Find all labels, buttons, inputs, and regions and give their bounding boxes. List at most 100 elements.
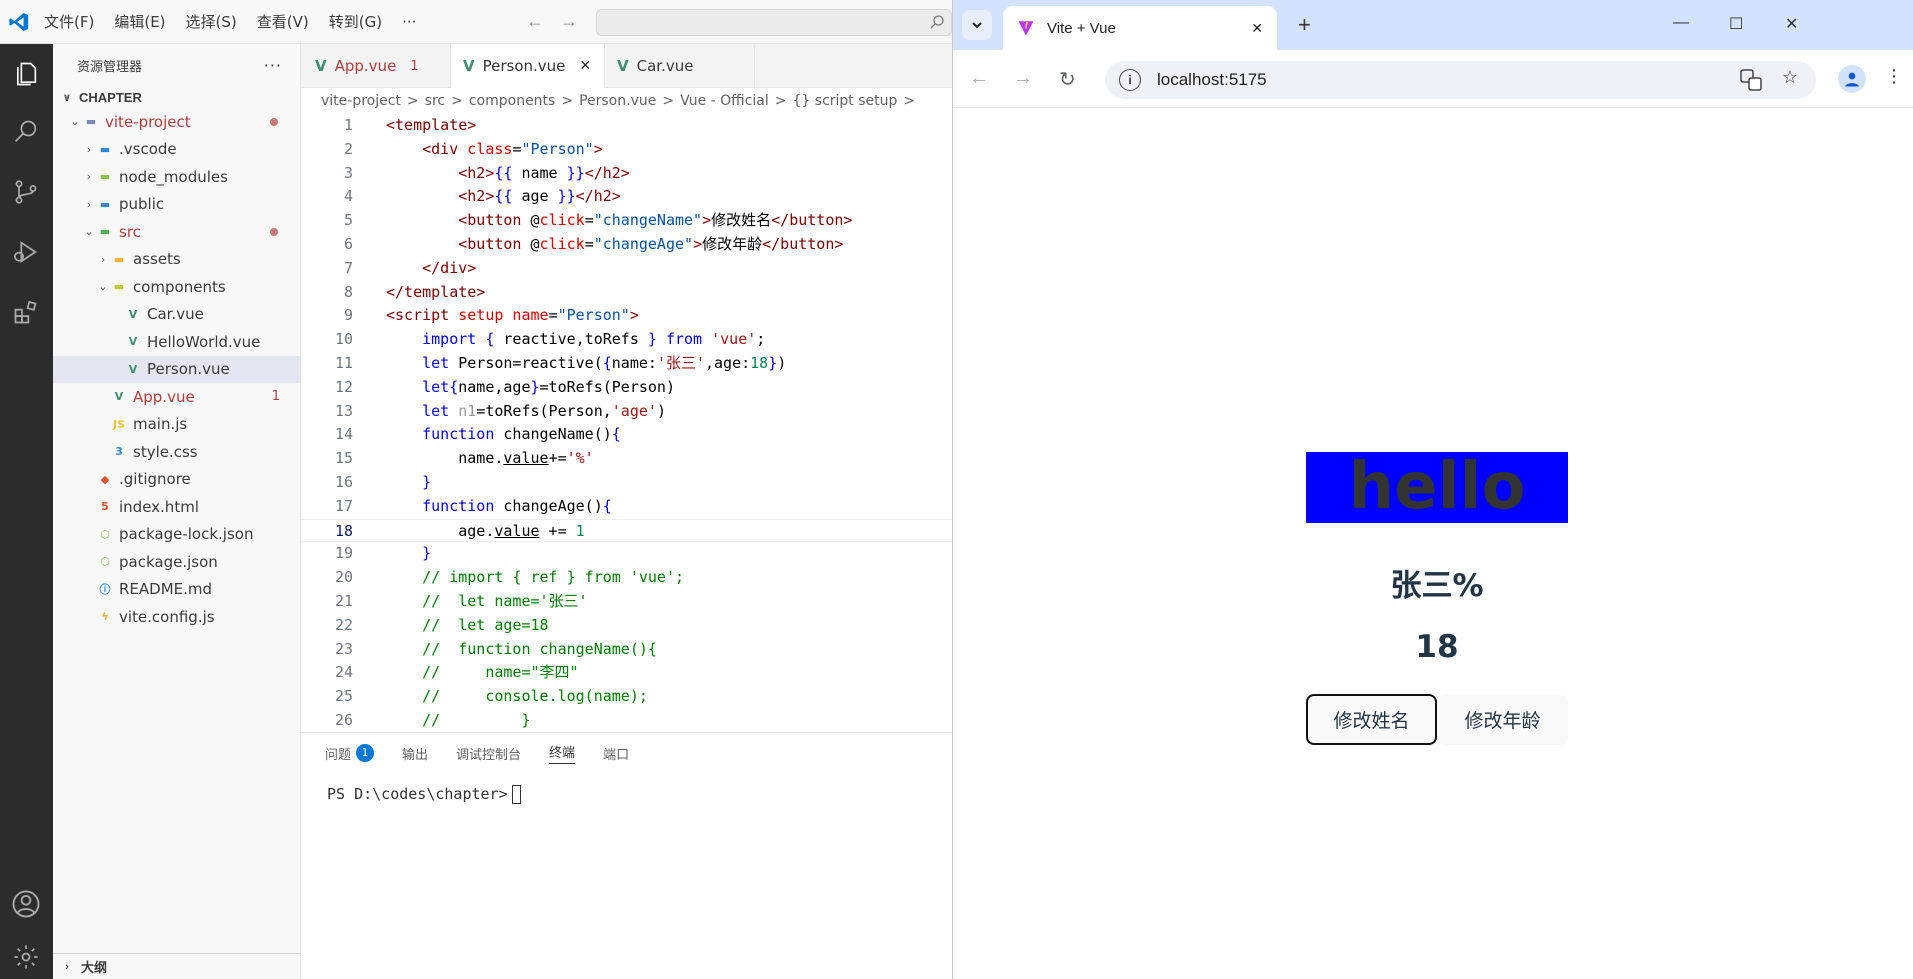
tree-item[interactable]: ⌄ ▬ components — [53, 273, 300, 301]
forward-arrow-icon[interactable]: → — [560, 11, 578, 32]
tab-car-vue[interactable]: V Car.vue — [605, 44, 755, 88]
code-line[interactable]: 10 import { reactive,toRefs } from 'vue'… — [301, 328, 952, 352]
menu-go[interactable]: 转到(G) — [319, 0, 392, 44]
tab-search-chevron-icon[interactable] — [962, 10, 992, 40]
panel-tab[interactable]: 输出 — [402, 744, 428, 763]
code-line[interactable]: 5 <button @click="changeName">修改姓名</butt… — [301, 209, 952, 233]
tree-item[interactable]: ◆ .gitignore — [53, 466, 300, 494]
tree-item[interactable]: ⓘ README.md — [53, 576, 300, 604]
terminal[interactable]: PS D:\codes\chapter> — [301, 773, 952, 816]
code-line[interactable]: 13 let n1=toRefs(Person,'age') — [301, 400, 952, 424]
address-bar[interactable]: i localhost:5175 ☆ — [1105, 61, 1816, 99]
tab-close-icon[interactable]: ✕ — [1251, 20, 1263, 37]
search-icon[interactable] — [8, 114, 44, 150]
tree-item[interactable]: › ▬ node_modules — [53, 163, 300, 191]
tree-item[interactable]: ⬡ package-lock.json — [53, 521, 300, 549]
code-line[interactable]: 22 // let age=18 — [301, 614, 952, 638]
breadcrumb-item[interactable]: vite-project — [321, 93, 401, 109]
maximize-icon[interactable]: ☐ — [1729, 14, 1743, 34]
change-name-button[interactable]: 修改姓名 — [1306, 694, 1437, 745]
tree-item[interactable]: › ▬ public — [53, 191, 300, 219]
code-line[interactable]: 16 } — [301, 471, 952, 495]
panel-tab[interactable]: 调试控制台 — [456, 744, 521, 763]
menu-edit[interactable]: 编辑(E) — [104, 0, 175, 44]
menu-selection[interactable]: 选择(S) — [176, 0, 247, 44]
menu-view[interactable]: 查看(V) — [247, 0, 319, 44]
explorer-more-button[interactable]: ··· — [264, 56, 282, 75]
tree-item[interactable]: 3 style.css — [53, 438, 300, 466]
tree-item[interactable]: V Person.vue — [53, 355, 300, 383]
forward-icon[interactable]: → — [1013, 67, 1033, 90]
explorer-icon[interactable] — [8, 56, 44, 92]
code-line[interactable]: 26 // } — [301, 709, 952, 733]
code-line[interactable]: 23 // function changeName(){ — [301, 638, 952, 662]
tree-item[interactable]: V Car.vue — [53, 301, 300, 329]
breadcrumb-item[interactable]: components — [469, 93, 556, 109]
panel-tab[interactable]: 问题 1 — [325, 744, 375, 763]
close-icon[interactable]: ✕ — [579, 58, 591, 74]
tree-item[interactable]: JS main.js — [53, 411, 300, 439]
code-line[interactable]: 21 // let name='张三' — [301, 590, 952, 614]
run-debug-icon[interactable] — [8, 234, 44, 270]
code-line[interactable]: 24 // name="李四" — [301, 661, 952, 685]
account-icon[interactable] — [8, 886, 44, 922]
new-tab-button[interactable]: + — [1298, 12, 1311, 38]
tree-item[interactable]: V App.vue 1 — [53, 383, 300, 411]
breadcrumb-item[interactable]: Vue - Official — [680, 93, 769, 109]
profile-avatar-icon[interactable] — [1838, 65, 1866, 93]
code-line[interactable]: 19 } — [301, 542, 952, 566]
breadcrumb-item[interactable]: src — [425, 93, 445, 109]
reload-icon[interactable]: ↻ — [1059, 67, 1076, 92]
code-line[interactable]: 2 <div class="Person"> — [301, 138, 952, 162]
workspace-section[interactable]: ∨ CHAPTER — [53, 86, 300, 108]
panel-tab[interactable]: 端口 — [603, 744, 629, 763]
menu-file[interactable]: 文件(F) — [34, 0, 104, 44]
back-icon[interactable]: ← — [969, 67, 989, 90]
code-line[interactable]: 18 age.value += 1 — [301, 518, 952, 543]
site-info-icon[interactable]: i — [1119, 69, 1141, 91]
tree-item[interactable]: › ▬ assets — [53, 246, 300, 274]
tree-item[interactable]: V HelloWorld.vue — [53, 328, 300, 356]
code-line[interactable]: 6 <button @click="changeAge">修改年龄</butto… — [301, 233, 952, 257]
browser-menu-icon[interactable]: ⋮ — [1885, 66, 1903, 87]
tree-item[interactable]: ϟ vite.config.js — [53, 603, 300, 631]
code-line[interactable]: 14 function changeName(){ — [301, 423, 952, 447]
tab-person-vue[interactable]: V Person.vue ✕ — [451, 44, 605, 88]
change-age-button[interactable]: 修改年龄 — [1437, 694, 1568, 745]
code-line[interactable]: 15 name.value+='%' — [301, 447, 952, 471]
code-editor[interactable]: 1 <template> 2 <div class="Person"> 3 <h2>{… — [301, 114, 952, 774]
code-line[interactable]: 17 function changeAge(){ — [301, 495, 952, 519]
code-line[interactable]: 11 let Person=reactive({name:'张三',age:18… — [301, 352, 952, 376]
code-token: {{ — [494, 187, 513, 206]
breadcrumb-item[interactable]: {} script setup — [793, 93, 898, 109]
code-line[interactable]: 8 </template> — [301, 281, 952, 305]
code-line[interactable]: 3 <h2>{{ name }}</h2> — [301, 162, 952, 186]
browser-tab[interactable]: Vite + Vue ✕ — [1003, 6, 1277, 50]
translate-icon[interactable] — [1740, 69, 1762, 95]
code-line[interactable]: 1 <template> — [301, 114, 952, 138]
code-line[interactable]: 25 // console.log(name); — [301, 685, 952, 709]
command-center[interactable] — [596, 9, 952, 36]
tree-item[interactable]: 5 index.html — [53, 493, 300, 521]
tree-item[interactable]: ⌄ ▬ vite-project — [53, 108, 300, 136]
code-line[interactable]: 20 // import { ref } from 'vue'; — [301, 566, 952, 590]
minimize-icon[interactable]: — — [1673, 14, 1689, 32]
code-line[interactable]: 4 <h2>{{ age }}</h2> — [301, 185, 952, 209]
window-close-icon[interactable]: ✕ — [1785, 14, 1798, 34]
breadcrumb-item[interactable]: Person.vue — [579, 93, 656, 109]
back-arrow-icon[interactable]: ← — [526, 11, 544, 32]
outline-section[interactable]: › 大纲 — [53, 953, 301, 979]
code-line[interactable]: 9 <script setup name="Person"> — [301, 304, 952, 328]
tree-item[interactable]: ⬡ package.json — [53, 548, 300, 576]
code-line[interactable]: 12 let{name,age}=toRefs(Person) — [301, 376, 952, 400]
panel-tab[interactable]: 终端 — [549, 742, 576, 764]
tab-app-vue[interactable]: V App.vue 1 — [301, 44, 451, 88]
extensions-icon[interactable] — [8, 294, 44, 330]
source-control-icon[interactable] — [8, 174, 44, 210]
bookmark-star-icon[interactable]: ☆ — [1782, 67, 1798, 88]
menu-more[interactable]: ··· — [392, 0, 426, 44]
manage-gear-icon[interactable] — [8, 939, 44, 975]
tree-item[interactable]: ⌄ ▬ src — [53, 218, 300, 246]
tree-item[interactable]: › ▬ .vscode — [53, 136, 300, 164]
code-line[interactable]: 7 </div> — [301, 257, 952, 281]
